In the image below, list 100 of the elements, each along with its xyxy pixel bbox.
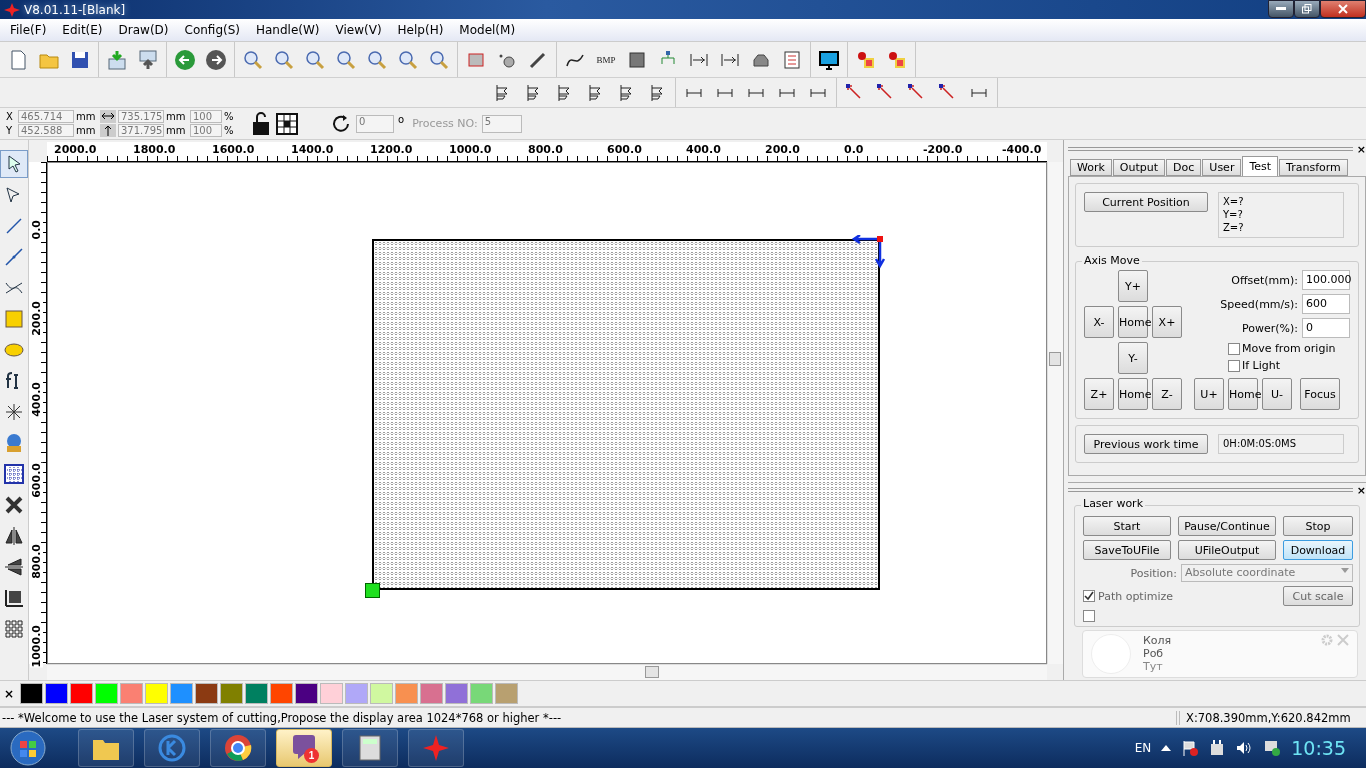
laser-button[interactable]: UFileOutput [1178, 540, 1276, 560]
minimize-button[interactable] [1268, 0, 1294, 18]
color-swatch[interactable] [420, 683, 443, 704]
position-dropdown[interactable]: Absolute coordinate [1181, 564, 1353, 582]
laser-button[interactable]: Pause/Continue [1178, 516, 1276, 536]
taskbar-app[interactable] [210, 729, 266, 767]
y-minus-button[interactable]: Y- [1118, 342, 1148, 374]
taskbar-app[interactable] [78, 729, 134, 767]
taskbar-app[interactable]: 1 [276, 729, 332, 767]
width-field[interactable]: 735.175 [118, 110, 164, 123]
color-swatch[interactable] [245, 683, 268, 704]
drawing-canvas[interactable] [47, 162, 1047, 664]
x-field[interactable]: 465.714 [18, 110, 74, 123]
checkbox[interactable] [1228, 342, 1240, 355]
axis-button[interactable]: Focus [1300, 378, 1340, 410]
laser-button[interactable]: Stop [1283, 516, 1353, 536]
checkbox[interactable] [1083, 590, 1095, 602]
x-plus-button[interactable]: X+ [1152, 306, 1182, 338]
menu-item[interactable]: Model(M) [451, 23, 524, 37]
current-position-button[interactable]: Current Position [1084, 192, 1208, 212]
process-field[interactable]: 5 [481, 114, 522, 133]
panel-tab[interactable]: Doc [1166, 159, 1202, 176]
grid-icon [276, 112, 298, 135]
polyline-icon [3, 246, 25, 268]
color-swatch[interactable] [295, 683, 318, 704]
color-swatch[interactable] [470, 683, 493, 704]
volume-icon[interactable] [1235, 740, 1254, 756]
scale-x-field[interactable]: 100 [190, 110, 222, 123]
menu-item[interactable]: View(V) [327, 23, 390, 37]
laser-button[interactable]: SaveToUFile [1083, 540, 1171, 560]
mirror-vertical-icon [3, 556, 25, 578]
previous-work-time-button[interactable]: Previous work time [1084, 434, 1208, 454]
network-icon[interactable] [1263, 739, 1282, 757]
axis-button[interactable]: Z+ [1084, 378, 1114, 410]
color-swatch[interactable] [495, 683, 518, 704]
color-swatch[interactable] [20, 683, 43, 704]
menu-item[interactable]: Draw(D) [110, 23, 177, 37]
vertical-scrollbar[interactable] [1047, 162, 1063, 664]
horizontal-scrollbar[interactable] [47, 664, 1047, 680]
palette-close-icon[interactable]: × [4, 686, 18, 701]
height-field[interactable]: 371.795 [118, 124, 164, 137]
restore-button[interactable] [1294, 0, 1320, 18]
color-swatch[interactable] [195, 683, 218, 704]
scale-y-field[interactable]: 100 [190, 124, 222, 137]
color-swatch[interactable] [120, 683, 143, 704]
close-button[interactable] [1320, 0, 1366, 18]
language-indicator[interactable]: EN [1134, 741, 1152, 755]
axis-button[interactable]: U- [1262, 378, 1292, 410]
color-swatch[interactable] [370, 683, 393, 704]
menu-item[interactable]: Help(H) [389, 23, 452, 37]
tool-button[interactable] [0, 150, 28, 178]
flag-icon[interactable] [1181, 739, 1200, 757]
panel-tab[interactable]: Work [1070, 159, 1112, 176]
checkbox[interactable] [1083, 610, 1095, 622]
unit-label: mm [76, 111, 97, 122]
readout-line: Y=? [1223, 208, 1244, 221]
input-field[interactable]: 0 [1302, 318, 1350, 338]
checkbox[interactable] [1228, 359, 1240, 372]
color-swatch[interactable] [220, 683, 243, 704]
menu-item[interactable]: Config(S) [176, 23, 248, 37]
start-button[interactable] [8, 729, 48, 767]
x-minus-button[interactable]: X- [1084, 306, 1114, 338]
laser-button[interactable]: Start [1083, 516, 1171, 536]
process-label: Process NO: [412, 117, 478, 130]
axis-button[interactable]: Z- [1152, 378, 1182, 410]
panel-tab[interactable]: Test [1242, 156, 1279, 176]
cut-scale-button[interactable]: Cut scale [1283, 586, 1353, 606]
color-swatch[interactable] [445, 683, 468, 704]
color-swatch[interactable] [70, 683, 93, 704]
power-plug-icon[interactable] [1209, 739, 1226, 757]
color-swatch[interactable] [45, 683, 68, 704]
color-swatch[interactable] [395, 683, 418, 704]
cross-icon [3, 494, 25, 516]
y-field[interactable]: 452.588 [18, 124, 74, 137]
color-swatch[interactable] [270, 683, 293, 704]
show-hidden-icons-icon[interactable] [1161, 744, 1172, 752]
panel-tab[interactable]: User [1202, 159, 1242, 176]
menu-item[interactable]: Handle(W) [248, 23, 328, 37]
axis-button[interactable]: U+ [1194, 378, 1224, 410]
laser-button[interactable]: Download [1283, 540, 1353, 560]
panel-tab[interactable]: Transform [1279, 159, 1348, 176]
color-swatch[interactable] [345, 683, 368, 704]
color-swatch[interactable] [95, 683, 118, 704]
input-field[interactable]: 100.000 [1302, 270, 1350, 290]
color-swatch[interactable] [320, 683, 343, 704]
y-plus-button[interactable]: Y+ [1118, 270, 1148, 302]
bitmap-button[interactable]: BMP [592, 45, 620, 74]
close-icon[interactable]: × [1356, 142, 1366, 156]
monitor-icon [818, 48, 840, 71]
clock[interactable]: 10:35 [1291, 737, 1346, 759]
panel-tab[interactable]: Output [1112, 159, 1166, 176]
color-swatch[interactable] [170, 683, 193, 704]
color-swatch[interactable] [145, 683, 168, 704]
input-field[interactable]: 600 [1302, 294, 1350, 314]
menu-item[interactable]: Edit(E) [54, 23, 111, 37]
taskbar-app[interactable] [342, 729, 398, 767]
rotation-field[interactable]: 0 [356, 114, 394, 133]
close-icon[interactable]: × [1356, 483, 1366, 497]
menu-item[interactable]: File(F) [2, 23, 55, 37]
ruler-label: -400.0 [1001, 143, 1043, 156]
